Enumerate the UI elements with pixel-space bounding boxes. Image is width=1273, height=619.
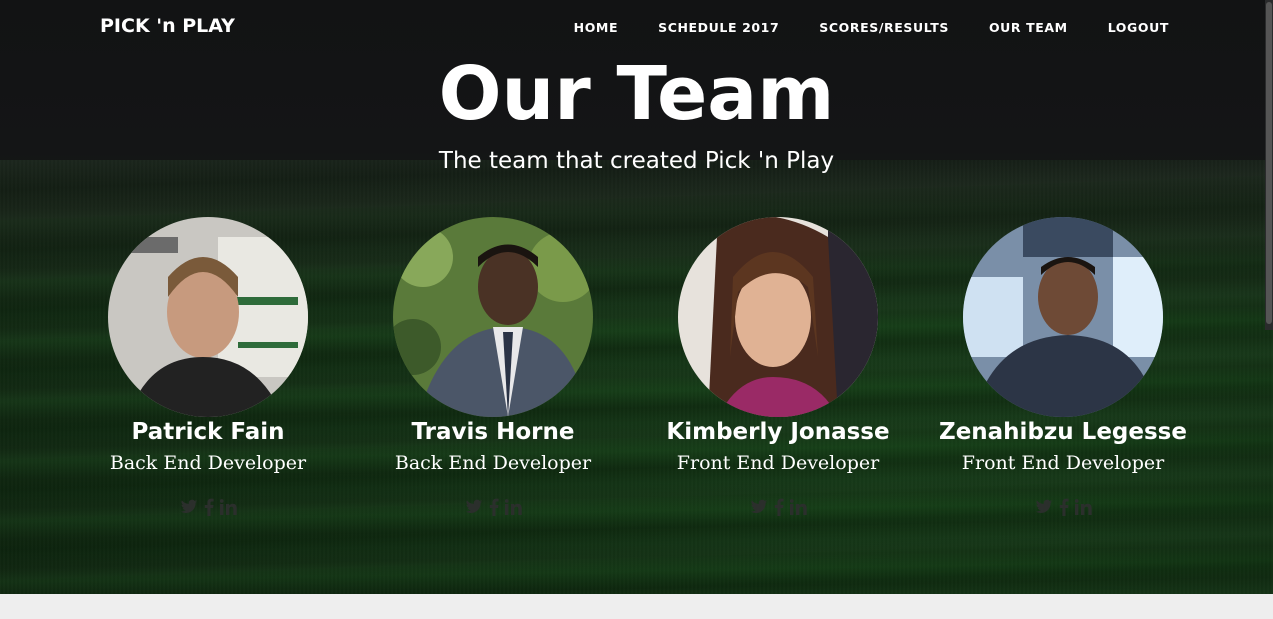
twitter-icon[interactable] bbox=[1035, 499, 1053, 515]
nav-home[interactable]: HOME bbox=[574, 20, 618, 35]
avatar bbox=[108, 217, 308, 417]
team-member-card: Travis Horne Back End Developer bbox=[363, 217, 623, 517]
member-role: Back End Developer bbox=[109, 452, 307, 474]
brand-logo[interactable]: PICK 'n PLAY bbox=[100, 15, 235, 37]
member-name: Zenahibzu Legesse bbox=[939, 419, 1187, 445]
social-links bbox=[363, 497, 623, 517]
linkedin-icon[interactable] bbox=[789, 499, 807, 515]
social-links bbox=[648, 497, 908, 517]
member-name: Travis Horne bbox=[411, 419, 575, 445]
member-name: Kimberly Jonasse bbox=[666, 419, 890, 445]
nav-scores-results[interactable]: SCORES/RESULTS bbox=[819, 20, 949, 35]
linkedin-icon[interactable] bbox=[504, 499, 522, 515]
member-role: Back End Developer bbox=[394, 452, 592, 474]
linkedin-icon[interactable] bbox=[219, 499, 237, 515]
nav-schedule[interactable]: SCHEDULE 2017 bbox=[658, 20, 779, 35]
linkedin-icon[interactable] bbox=[1074, 499, 1092, 515]
avatar bbox=[963, 217, 1163, 417]
facebook-icon[interactable] bbox=[774, 498, 784, 516]
team-member-card: Kimberly Jonasse Front End Developer bbox=[648, 217, 908, 517]
footer-band bbox=[0, 594, 1273, 619]
facebook-icon[interactable] bbox=[204, 498, 214, 516]
avatar bbox=[393, 217, 593, 417]
member-role: Front End Developer bbox=[961, 452, 1165, 474]
nav-logout[interactable]: LOGOUT bbox=[1108, 20, 1169, 35]
social-links bbox=[933, 497, 1193, 517]
team-member-card: Patrick Fain Back End Developer bbox=[78, 217, 338, 517]
twitter-icon[interactable] bbox=[750, 499, 768, 515]
page-subtitle: The team that created Pick 'n Play bbox=[438, 148, 835, 174]
facebook-icon[interactable] bbox=[489, 498, 499, 516]
scrollbar[interactable] bbox=[1265, 0, 1273, 330]
social-links bbox=[78, 497, 338, 517]
twitter-icon[interactable] bbox=[465, 499, 483, 515]
member-name: Patrick Fain bbox=[131, 419, 285, 445]
nav-our-team[interactable]: OUR TEAM bbox=[989, 20, 1068, 35]
hero-section: PICK 'n PLAY HOME SCHEDULE 2017 SCORES/R… bbox=[0, 0, 1273, 594]
page-title: Our Team bbox=[438, 51, 835, 137]
team-member-card: Zenahibzu Legesse Front End Developer bbox=[933, 217, 1193, 517]
member-role: Front End Developer bbox=[676, 452, 880, 474]
scrollbar-thumb[interactable] bbox=[1266, 2, 1272, 324]
avatar bbox=[678, 217, 878, 417]
main-nav: HOME SCHEDULE 2017 SCORES/RESULTS OUR TE… bbox=[534, 20, 1169, 35]
twitter-icon[interactable] bbox=[180, 499, 198, 515]
facebook-icon[interactable] bbox=[1059, 498, 1069, 516]
